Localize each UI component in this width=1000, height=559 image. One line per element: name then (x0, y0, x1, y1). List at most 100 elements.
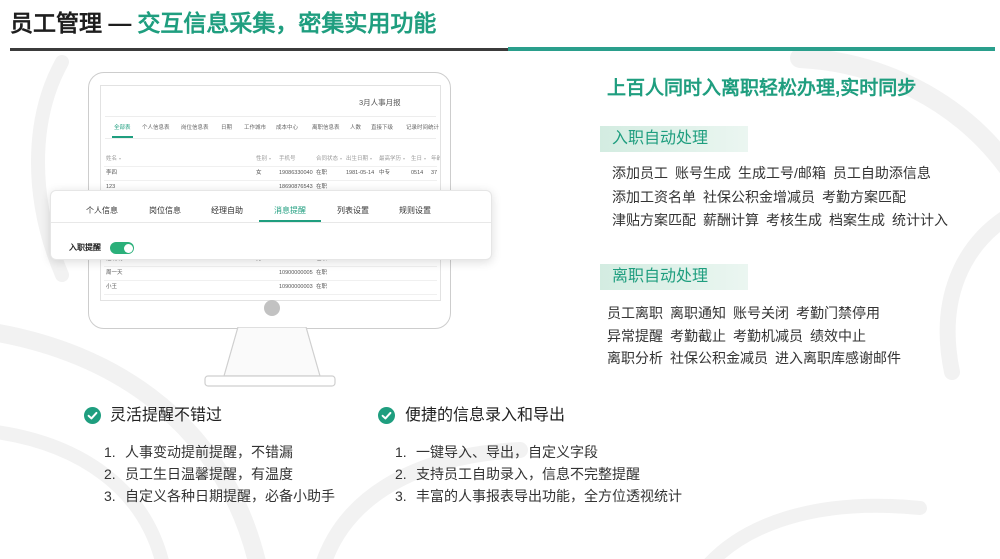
popup-tab-position-info[interactable]: 岗位信息 (149, 205, 181, 217)
report-tab-underline (112, 136, 133, 138)
report-tab[interactable]: 直接下级 (371, 124, 393, 132)
sort-icon[interactable] (369, 157, 372, 160)
onboarding-line-1: 添加员工 账号生成 生成工号/邮箱 员工自助添信息 (612, 164, 931, 182)
toggle-knob (123, 243, 133, 253)
table-header-cell: 出生日期 (346, 153, 372, 166)
table-cell-value: 10900000005 (279, 270, 313, 276)
table-row[interactable]: 李四 女 19086330040 在职 1981-05-14 中专 0514 37 (104, 167, 437, 181)
table-row[interactable]: 周一天 10900000005 在职 (104, 267, 437, 281)
check-circle-icon (84, 407, 101, 424)
onboarding-section-title: 入职自动处理 (612, 130, 709, 147)
table-cell-value: 中专 (379, 170, 391, 176)
table-cell-value: 小王 (106, 284, 118, 290)
slide-title: 员工管理 — 交互信息采集，密集实用功能 (10, 8, 436, 38)
table-cell: 在职 (316, 281, 327, 294)
table-cell: 李四 (106, 167, 117, 180)
onboarding-reminder-toggle[interactable] (110, 242, 134, 254)
sort-icon[interactable] (423, 157, 426, 160)
stand-neck (223, 327, 321, 377)
table-cell-value: 19086330040 (279, 170, 313, 176)
sort-icon[interactable] (339, 157, 342, 160)
report-tab[interactable]: 工作城市 (244, 124, 266, 132)
table-cell-value: 周一天 (106, 270, 123, 276)
popup-tab-list-settings[interactable]: 列表设置 (337, 205, 369, 217)
check-circle-icon (378, 407, 395, 424)
table-header-label: 手机号 (279, 156, 296, 162)
table-header-label: 生日 (411, 156, 423, 162)
table-cell-value: 在职 (316, 170, 328, 176)
list-item-text: 丰富的人事报表导出功能，全方位透视统计 (416, 488, 682, 504)
popup-tab-message-reminder[interactable]: 消息提醒 (274, 205, 306, 217)
table-cell: 周一天 (106, 267, 123, 280)
offboarding-section-header: 离职自动处理 (600, 264, 748, 290)
table-cell-value: 37 (431, 170, 438, 176)
offboarding-task: 员工离职 (607, 305, 663, 321)
table-header-label: 出生日期 (346, 156, 369, 162)
onboarding-task: 账号生成 (675, 165, 731, 181)
table-header-cell: 手机号 (279, 153, 296, 166)
table-header-label: 性别 (256, 156, 268, 162)
popup-tab-rule-settings[interactable]: 规则设置 (399, 205, 431, 217)
table-header-cell: 年龄 (431, 153, 440, 166)
report-tabs-divider (105, 138, 436, 139)
feature-title-reminders: 灵活提醒不错过 (110, 407, 223, 424)
report-tab[interactable]: 个人信息表 (142, 124, 170, 132)
report-tab[interactable]: 日期 (221, 124, 232, 132)
table-row[interactable]: 小王 10900000003 在职 (104, 281, 437, 295)
report-tab[interactable]: 全部表 (114, 124, 131, 132)
offboarding-line-1: 员工离职 离职通知 账号关闭 考勤门禁停用 (607, 304, 880, 322)
table-cell: 女 (256, 167, 262, 180)
stand-base (204, 375, 336, 387)
popup-tab-personal-info[interactable]: 个人信息 (86, 205, 118, 217)
offboarding-task: 考勤机减员 (733, 328, 803, 344)
sort-icon[interactable] (402, 157, 405, 160)
offboarding-line-2: 异常提醒 考勤截止 考勤机减员 绩效中止 (607, 327, 866, 345)
table-header-row: 姓名 性别 手机号 合同状态 出生日期 最高学历 生日 年龄 (104, 153, 440, 167)
title-highlight: 交互信息采集，密集实用功能 (137, 10, 437, 36)
onboarding-task: 员工自助添信息 (832, 165, 931, 181)
table-header-cell: 性别 (256, 153, 271, 166)
table-cell-value: 在职 (316, 270, 328, 276)
onboarding-task: 考勤方案匹配 (822, 189, 906, 205)
table-cell-value: 女 (256, 170, 262, 176)
table-header-label: 姓名 (106, 156, 118, 162)
onboarding-task: 津贴方案匹配 (612, 212, 696, 228)
onboarding-line-2: 添加工资名单 社保公积金增减员 考勤方案匹配 (612, 188, 906, 206)
offboarding-task: 社保公积金减员 (670, 350, 768, 366)
offboarding-section-title: 离职自动处理 (612, 268, 709, 285)
report-tab[interactable]: 岗位信息表 (181, 124, 209, 132)
title-rule-accent (508, 47, 995, 51)
sort-icon[interactable] (268, 157, 271, 160)
settings-popup: 个人信息 岗位信息 经理自助 消息提醒 列表设置 规则设置 入职提醒 (50, 190, 492, 260)
onboarding-line-3: 津贴方案匹配 薪酬计算 考核生成 档案生成 统计计入 (612, 211, 948, 229)
offboarding-task: 进入离职库感谢邮件 (775, 350, 901, 366)
onboarding-task: 档案生成 (829, 212, 885, 228)
report-tab[interactable]: 离职信息表 (312, 124, 340, 132)
table-cell: 中专 (379, 167, 390, 180)
title-rule-dark (10, 48, 508, 51)
onboarding-task: 生成工号/邮箱 (738, 165, 826, 181)
offboarding-task: 绩效中止 (810, 328, 866, 344)
table-cell-value: 10900000003 (279, 284, 313, 290)
report-tab[interactable]: 记录时间统计 (406, 124, 439, 132)
offboarding-line-3: 离职分析 社保公积金减员 进入离职库感谢邮件 (607, 349, 901, 367)
popup-tab-manager-self-service[interactable]: 经理自助 (211, 205, 243, 217)
offboarding-task: 账号关闭 (733, 305, 789, 321)
report-tab[interactable]: 成本中心 (276, 124, 298, 132)
onboarding-task: 添加员工 (612, 165, 668, 181)
onboarding-reminder-label: 入职提醒 (69, 243, 101, 252)
list-item-number: 1. (104, 444, 116, 460)
sort-icon[interactable] (118, 157, 121, 160)
table-cell: 在职 (316, 167, 327, 180)
report-tab[interactable]: 人数 (350, 124, 361, 132)
check-circle-bg (84, 407, 101, 424)
popup-tabs-divider (51, 222, 491, 223)
background-swirl (704, 498, 927, 559)
monitor-stand (204, 327, 336, 387)
table-cell-value: 李四 (106, 170, 118, 176)
table-header-label: 合同状态 (316, 156, 339, 162)
table-header-label: 最高学历 (379, 156, 402, 162)
table-cell: 37 (431, 167, 437, 180)
report-title: 3月人事月报 (359, 98, 401, 107)
check-circle-bg (378, 407, 395, 424)
